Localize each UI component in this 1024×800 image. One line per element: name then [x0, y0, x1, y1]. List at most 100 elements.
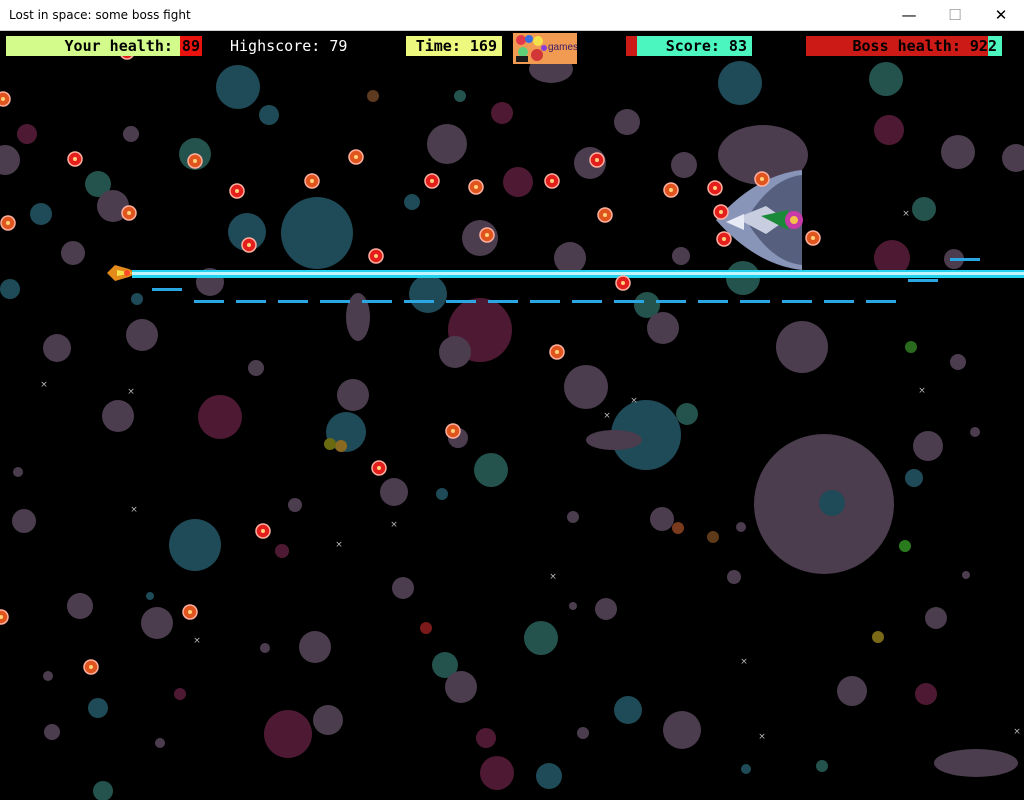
asteroid: [554, 242, 586, 274]
highscore-label: Highscore: 79: [230, 37, 348, 55]
asteroid: [727, 570, 741, 584]
star-icon: ×: [918, 386, 926, 396]
bullet-core: [474, 185, 478, 189]
bullet-core: [713, 186, 717, 190]
asteroid: [564, 365, 608, 409]
asteroid: [380, 478, 408, 506]
minimize-button[interactable]: —: [886, 0, 932, 30]
debris: [672, 522, 684, 534]
asteroid: [123, 126, 139, 142]
asteroid: [44, 724, 60, 740]
bullet-core: [261, 529, 265, 533]
bullet-core: [6, 221, 10, 225]
debris: [872, 631, 884, 643]
laser-dash: [446, 300, 476, 303]
bullet-core: [430, 179, 434, 183]
bullet-core: [722, 237, 726, 241]
close-button[interactable]: ✕: [978, 0, 1024, 30]
laser-dash: [656, 300, 686, 303]
asteroid: [392, 577, 414, 599]
bullet-core: [377, 466, 381, 470]
asteroid: [962, 571, 970, 579]
asteroid: [0, 145, 20, 175]
asteroid: [281, 197, 353, 269]
star-icon: ×: [335, 540, 343, 550]
bullet-core: [603, 213, 607, 217]
debris: [707, 531, 719, 543]
boss-health-label: Boss health: 922: [852, 37, 998, 55]
bullet-core: [127, 211, 131, 215]
star-icon: ×: [740, 657, 748, 667]
asteroid: [672, 247, 690, 265]
asteroid: [718, 61, 762, 105]
time-label: Time: 169: [415, 37, 497, 55]
logo-text: games: [548, 42, 577, 53]
games-logo: games: [513, 33, 577, 64]
asteroid: [174, 688, 186, 700]
asteroid: [970, 427, 980, 437]
asteroid: [925, 607, 947, 629]
star-icon: ×: [193, 636, 201, 646]
asteroid: [169, 519, 221, 571]
bullet-core: [1, 97, 5, 101]
star-icon: ×: [549, 572, 557, 582]
asteroid: [595, 598, 617, 620]
asteroid: [288, 498, 302, 512]
asteroid: [299, 631, 331, 663]
star-icon: ×: [40, 380, 48, 390]
space-scene: × × × × × × × × × × × × × ×: [0, 44, 1024, 800]
bullet-core: [550, 179, 554, 183]
bullet-core: [354, 155, 358, 159]
asteroid: [874, 115, 904, 145]
asteroid: [141, 607, 173, 639]
player-health-bar: Your health: 89: [6, 36, 202, 56]
game-canvas[interactable]: × × × × × × × × × × × × × × Your health: 89 Highscore…: [0, 31, 1024, 800]
asteroid: [436, 488, 448, 500]
asteroid: [676, 403, 698, 425]
bullet-core: [719, 210, 723, 214]
asteroid: [1002, 144, 1024, 172]
asteroid: [43, 334, 71, 362]
asteroid: [663, 711, 701, 749]
asteroid: [912, 197, 936, 221]
asteroid: [474, 453, 508, 487]
asteroid: [146, 592, 154, 600]
asteroid: [819, 490, 845, 516]
asteroid: [567, 511, 579, 523]
asteroid: [93, 781, 113, 800]
asteroid: [776, 321, 828, 373]
bullet-core: [73, 157, 77, 161]
asteroid: [650, 507, 674, 531]
debris: [899, 540, 911, 552]
bullet-core: [193, 159, 197, 163]
asteroid: [30, 203, 52, 225]
window-titlebar: Lost in space: some boss fight — ☐ ✕: [0, 0, 1024, 31]
asteroid: [837, 676, 867, 706]
laser-dash: [614, 300, 644, 303]
boss-shot: [908, 279, 938, 282]
asteroid: [671, 152, 697, 178]
laser-dash: [320, 300, 350, 303]
bullet-core: [811, 236, 815, 240]
asteroid: [88, 698, 108, 718]
asteroid: [260, 643, 270, 653]
asteroid: [491, 102, 513, 124]
asteroid: [476, 728, 496, 748]
asteroid: [216, 65, 260, 109]
debris: [335, 440, 347, 452]
maximize-button[interactable]: ☐: [932, 0, 978, 30]
bullet-core: [374, 254, 378, 258]
star-icon: ×: [758, 732, 766, 742]
asteroid: [17, 124, 37, 144]
debris: [367, 90, 379, 102]
asteroid: [913, 431, 943, 461]
star-icon: ×: [630, 396, 638, 406]
asteroid: [736, 522, 746, 532]
asteroid: [816, 760, 828, 772]
asteroid: [13, 467, 23, 477]
asteroid: [409, 275, 447, 313]
laser-dash: [782, 300, 812, 303]
asteroid: [614, 109, 640, 135]
asteroid: [337, 379, 369, 411]
asteroid: [67, 593, 93, 619]
